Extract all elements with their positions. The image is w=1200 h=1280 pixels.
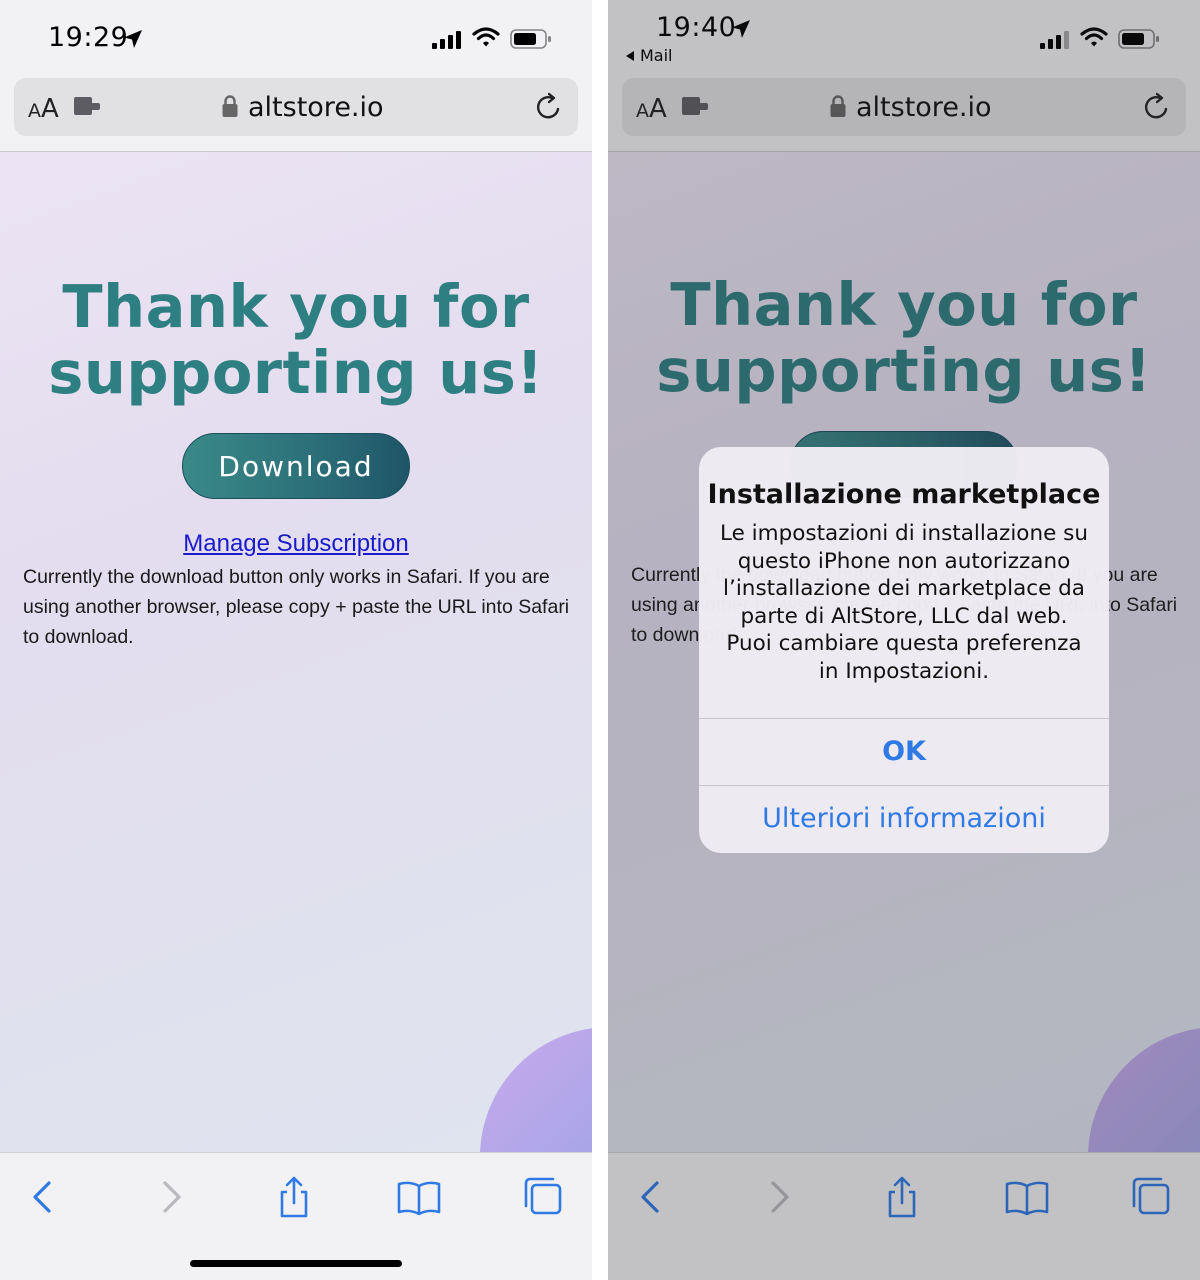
url-text[interactable]: altstore.io — [248, 92, 384, 123]
headline-line-1: Thank you for — [62, 272, 530, 341]
alert-ok-button[interactable]: OK — [699, 719, 1109, 785]
status-bar: 19:29 — [0, 0, 592, 76]
decorative-circle — [480, 1027, 592, 1152]
reload-icon[interactable] — [534, 92, 564, 122]
tabs-icon[interactable] — [520, 1175, 566, 1219]
extension-icon[interactable] — [72, 94, 102, 118]
cellular-signal-icon — [432, 31, 461, 49]
back-chevron-icon[interactable] — [20, 1175, 66, 1219]
bookmarks-icon[interactable] — [396, 1175, 442, 1219]
location-arrow-icon — [124, 30, 142, 48]
headline-line-2: supporting us! — [48, 338, 544, 407]
manage-subscription-link[interactable]: Manage Subscription — [0, 530, 592, 558]
forward-chevron-icon[interactable] — [148, 1175, 194, 1219]
status-time: 19:29 — [48, 22, 129, 53]
lock-icon — [222, 95, 238, 117]
address-bar[interactable]: AA altstore.io — [14, 78, 578, 136]
phone-screen-left: 19:29 AA altstore.io Thank you for suppo… — [0, 0, 592, 1280]
page-settings-button[interactable]: AA — [28, 94, 59, 124]
wifi-icon — [472, 27, 500, 47]
home-indicator[interactable] — [190, 1260, 402, 1267]
phone-screen-right: 19:40 Mail AA altstore.io Thank you for … — [608, 0, 1200, 1280]
alert-title: Installazione marketplace — [707, 479, 1101, 510]
web-content: Thank you for supporting us! Download Ma… — [0, 152, 592, 1152]
battery-icon — [510, 29, 551, 49]
alert-message: Le impostazioni di installazione su ques… — [720, 521, 1088, 684]
share-icon[interactable] — [271, 1175, 317, 1219]
download-button[interactable]: Download — [182, 433, 410, 499]
page-title: Thank you for supporting us! — [0, 274, 592, 406]
info-text: Currently the download button only works… — [23, 566, 570, 648]
alert-dialog: Installazione marketplace Le impostazion… — [699, 447, 1109, 853]
alert-more-info-button[interactable]: Ulteriori informazioni — [699, 786, 1109, 852]
